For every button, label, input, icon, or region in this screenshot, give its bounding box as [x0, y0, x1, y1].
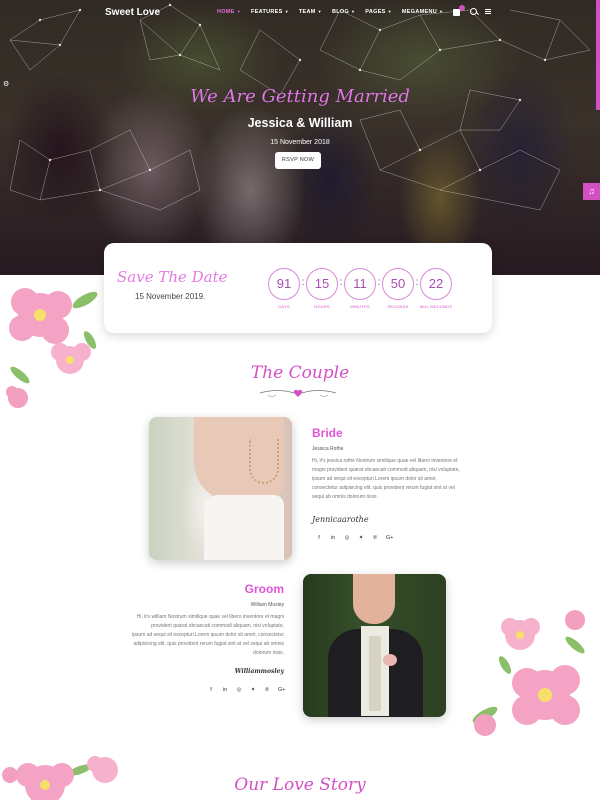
countdown-hours: 15 HOURS: [306, 268, 338, 309]
countdown-seconds: 50 SECONDS: [382, 268, 414, 309]
google-plus-icon[interactable]: G+: [386, 535, 394, 541]
bride-photo: [149, 417, 292, 560]
twitter-icon[interactable]: ✦: [358, 535, 364, 541]
menu-item-home[interactable]: HOME ▼: [217, 9, 241, 15]
bride-social-links: f in ◎ ✦ ℗ G+: [316, 535, 394, 541]
twitter-icon[interactable]: ✦: [250, 687, 256, 693]
groom-name: William Mosley: [250, 602, 284, 608]
menu-icon[interactable]: [485, 8, 491, 14]
google-plus-icon[interactable]: G+: [278, 687, 286, 693]
save-the-date-heading: Save The Date: [117, 268, 228, 286]
chevron-down-icon: ▼: [236, 9, 241, 14]
instagram-icon[interactable]: ◎: [236, 687, 242, 693]
top-navbar: Sweet Love HOME ▼ FEATURES ▼ TEAM ▼ BLOG ▼ P…: [0, 0, 600, 28]
groom-social-links: f in ◎ ✦ ℗ G+: [208, 687, 286, 693]
site-logo[interactable]: Sweet Love: [105, 7, 160, 18]
flower-decoration-left: [6, 288, 98, 408]
menu-item-features[interactable]: FEATURES ▼: [251, 9, 289, 15]
countdown-milliseconds: 22 MILLISECONDS: [420, 268, 452, 309]
menu-item-pages[interactable]: PAGES ▼: [365, 9, 392, 15]
main-menu: HOME ▼ FEATURES ▼ TEAM ▼ BLOG ▼ PAGES ▼ MEGAM…: [217, 9, 453, 15]
chevron-down-icon: ▼: [387, 9, 392, 14]
groom-title: Groom: [244, 582, 284, 596]
ornament-divider: [259, 389, 337, 397]
chevron-down-icon: ▼: [317, 9, 322, 14]
linkedin-icon[interactable]: in: [330, 535, 336, 541]
love-story-title: Our Love Story: [234, 775, 366, 795]
hero-script-heading: We Are Getting Married: [190, 86, 410, 107]
couple-section-title: The Couple: [250, 363, 350, 383]
bride-signature: Jennicaarothe: [312, 515, 369, 524]
chevron-down-icon: ▼: [284, 9, 289, 14]
chevron-down-icon: ▼: [351, 9, 356, 14]
cart-badge: [459, 5, 465, 11]
countdown-timer: 91 DAYS : 15 HOURS : 11 MINUTES : 50 SEC…: [268, 268, 452, 309]
nav-icons: [452, 5, 491, 16]
particle-network: [9, 3, 591, 211]
bride-bio: Hi, it's jessica rothe Nostrum similique…: [312, 458, 460, 500]
bride-title: Bride: [312, 426, 343, 440]
chevron-down-icon: ▼: [439, 9, 444, 14]
groom-bio: Hi, it's william Nostrum similique quae …: [131, 614, 284, 656]
flower-decoration-right: [472, 610, 585, 736]
rsvp-button[interactable]: RSVP NOW: [275, 152, 321, 169]
facebook-icon[interactable]: f: [208, 687, 214, 693]
hero-banner: Sweet Love HOME ▼ FEATURES ▼ TEAM ▼ BLOG ▼ P…: [0, 0, 600, 275]
countdown-days: 91 DAYS: [268, 268, 300, 309]
pinterest-icon[interactable]: ℗: [372, 535, 378, 541]
instagram-icon[interactable]: ◎: [344, 535, 350, 541]
groom-signature: Williammosley: [234, 668, 284, 675]
linkedin-icon[interactable]: in: [222, 687, 228, 693]
groom-photo: [303, 574, 446, 717]
facebook-icon[interactable]: f: [316, 535, 322, 541]
menu-item-megamenu[interactable]: MEGAMENU ▼: [402, 9, 443, 15]
pinterest-icon[interactable]: ℗: [264, 687, 270, 693]
countdown-minutes: 11 MINUTES: [344, 268, 376, 309]
menu-item-blog[interactable]: BLOG ▼: [332, 9, 355, 15]
menu-item-team[interactable]: TEAM ▼: [299, 9, 322, 15]
save-the-date-date: 15 November 2019.: [135, 292, 206, 301]
save-the-date-card: Save The Date 15 November 2019. 91 DAYS …: [104, 243, 492, 333]
couple-names: Jessica & William: [247, 116, 353, 130]
wedding-date: 15 November 2018: [270, 139, 330, 146]
search-icon[interactable]: [470, 7, 477, 15]
bride-name: Jessica Rothe: [312, 446, 344, 452]
cart-icon[interactable]: [452, 5, 465, 16]
music-icon[interactable]: ♫: [583, 183, 600, 200]
